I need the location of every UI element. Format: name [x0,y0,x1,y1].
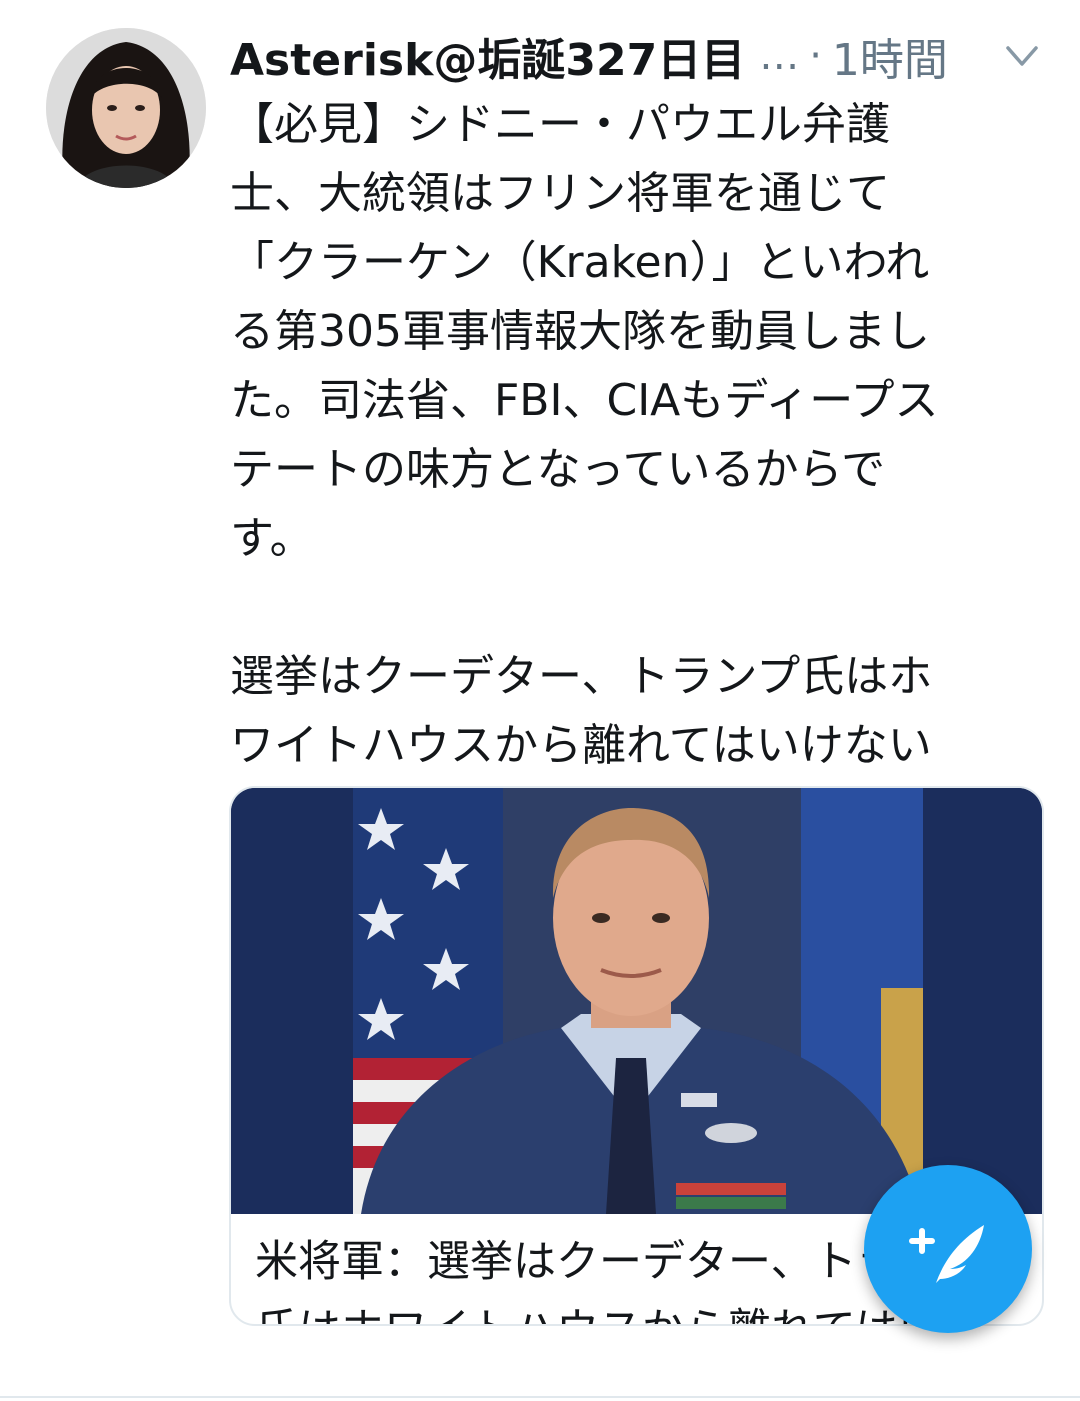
tweet-text: 【必見】シドニー・パウエル弁護 士、大統領はフリン将軍を通じて 「クラーケン（K… [230,99,939,771]
compose-tweet-button[interactable] [864,1165,1032,1333]
display-name[interactable]: Asterisk@垢誕327日目 [230,24,745,88]
avatar-image [46,28,206,188]
separator-dot: · [809,33,822,79]
avatar[interactable] [46,28,206,188]
tweet-header: Asterisk@垢誕327日目 … · 1時間 [230,24,1060,88]
compose-tweet-icon [909,1225,984,1283]
chevron-down-icon[interactable] [1000,34,1044,78]
timestamp[interactable]: 1時間 [832,24,948,88]
card-image [231,788,1042,1214]
tweet[interactable]: Asterisk@垢誕327日目 … · 1時間 【必見】シドニー・パウエル弁護… [0,0,1080,1401]
name-ellipsis: … [759,33,800,79]
bottom-divider [0,1396,1080,1398]
